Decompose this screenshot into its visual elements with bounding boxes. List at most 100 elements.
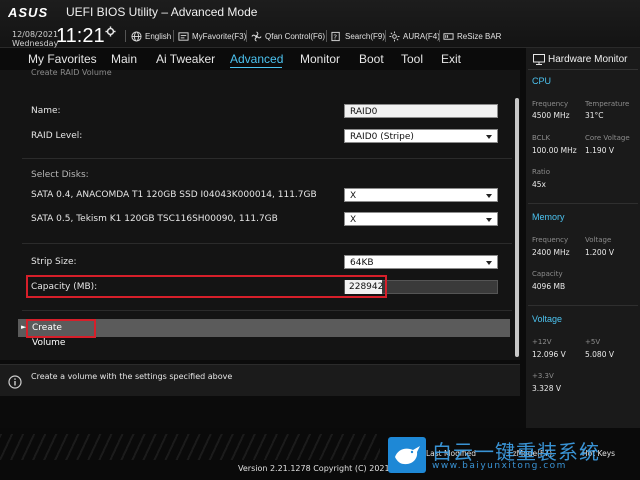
raid-level-select[interactable]: RAID0 (Stripe): [344, 129, 498, 143]
tab-tool[interactable]: Tool: [401, 52, 423, 66]
strip-size-select[interactable]: 64KB: [344, 255, 498, 269]
bird-icon: [395, 446, 420, 465]
search-icon: ?: [331, 31, 340, 41]
resize-bar-label: ReSize BAR: [457, 31, 502, 41]
disk-label: SATA 0.4, ANACOMDA T1 120GB SSD I04043K0…: [31, 190, 317, 200]
tab-my-favorites[interactable]: My Favorites: [28, 52, 97, 66]
cpu-frequency-label: Frequency: [532, 100, 569, 108]
v5-label: +5V: [585, 338, 601, 346]
capacity-highlight-box: [26, 275, 387, 298]
memory-section-title: Memory: [532, 212, 565, 222]
favorite-icon: [178, 31, 189, 41]
name-label: Name:: [31, 106, 61, 116]
language-button[interactable]: English: [131, 30, 171, 42]
chevron-down-icon: [486, 261, 492, 265]
asus-logo: ASUS: [8, 5, 48, 19]
bclk-value: 100.00 MHz: [532, 146, 577, 155]
chevron-down-icon: [486, 218, 492, 222]
v5-value: 5.080 V: [585, 350, 614, 359]
v12-value: 12.096 V: [532, 350, 566, 359]
tab-monitor[interactable]: Monitor: [300, 52, 340, 66]
v33-value: 3.328 V: [532, 384, 561, 393]
search-button[interactable]: ? Search(F9): [331, 30, 385, 42]
select-disks-label: Select Disks:: [31, 170, 89, 180]
disk-select[interactable]: X: [344, 188, 498, 202]
asus-logo-text: ASUS: [8, 5, 48, 19]
aura-button[interactable]: AURA(F4): [389, 30, 440, 42]
toolbar-divider: [246, 30, 247, 42]
cpu-section-title: CPU: [532, 76, 552, 86]
myfavorite-button[interactable]: MyFavorite(F3): [178, 30, 246, 42]
hardware-monitor-title: Hardware Monitor: [548, 54, 628, 65]
core-voltage-value: 1.190 V: [585, 146, 614, 155]
ratio-value: 45x: [532, 180, 546, 189]
search-label: Search(F9): [345, 31, 386, 41]
bclk-label: BCLK: [532, 134, 551, 142]
disk-label: SATA 0.5, Tekism K1 120GB TSC116SH00090,…: [31, 214, 278, 224]
resize-bar-button[interactable]: ReSize BAR: [443, 30, 501, 42]
raid-level-value: RAID0 (Stripe): [350, 132, 414, 142]
footer-decoration: [0, 434, 380, 460]
clock-display: 11:21: [56, 25, 105, 47]
toolbar-divider: [326, 30, 327, 42]
scrollbar[interactable]: [515, 98, 519, 357]
hardware-monitor-divider: [528, 69, 638, 70]
create-volume-button[interactable]: Create Volume: [26, 319, 96, 348]
cpu-temperature-label: Temperature: [585, 100, 630, 108]
memory-frequency-label: Frequency: [532, 236, 569, 244]
chevron-down-icon: [486, 135, 492, 139]
memory-frequency-value: 2400 MHz: [532, 248, 570, 257]
app-title: UEFI BIOS Utility – Advanced Mode: [66, 5, 258, 19]
disk-select-value: X: [350, 215, 357, 225]
section-divider: [22, 158, 512, 159]
ratio-label: Ratio: [532, 168, 550, 176]
resize-bar-icon: [443, 32, 454, 40]
language-label: English: [145, 31, 172, 41]
toolbar-divider: [173, 30, 174, 42]
tab-main[interactable]: Main: [111, 52, 137, 66]
monitor-icon: [533, 54, 545, 65]
hardware-monitor-divider: [528, 203, 638, 204]
watermark-logo: [388, 437, 426, 473]
watermark-url: www.baiyunxitong.com: [432, 461, 567, 471]
info-icon: [8, 375, 22, 389]
cpu-frequency-value: 4500 MHz: [532, 111, 570, 120]
disk-select[interactable]: X: [344, 212, 498, 226]
qfan-control-button[interactable]: Qfan Control(F6): [251, 30, 325, 42]
gear-icon[interactable]: [105, 26, 116, 37]
aura-label: AURA(F4): [403, 31, 440, 41]
tab-exit[interactable]: Exit: [441, 52, 461, 66]
memory-voltage-label: Voltage: [585, 236, 612, 244]
section-divider: [22, 310, 512, 311]
hardware-monitor-divider: [528, 305, 638, 306]
voltage-section-title: Voltage: [532, 314, 563, 324]
strip-size-label: Strip Size:: [31, 257, 77, 267]
weekday-display: Wednesday: [12, 39, 59, 48]
myfavorite-label: MyFavorite(F3): [192, 31, 247, 41]
v12-label: +12V: [532, 338, 552, 346]
cpu-temperature-value: 31°C: [585, 111, 604, 120]
core-voltage-label: Core Voltage: [585, 134, 630, 142]
globe-icon: [131, 30, 142, 42]
help-text: Create a volume with the settings specif…: [31, 372, 233, 381]
name-input[interactable]: RAID0: [344, 104, 498, 118]
fan-icon: [251, 31, 262, 41]
memory-capacity-label: Capacity: [532, 270, 563, 278]
date-display: 12/08/2021: [12, 30, 59, 39]
chevron-down-icon: [486, 194, 492, 198]
version-text: Version 2.21.1278 Copyright (C) 2021: [238, 464, 390, 473]
active-tab-indicator: [230, 67, 282, 68]
tab-advanced[interactable]: Advanced: [230, 52, 283, 66]
tab-ai-tweaker[interactable]: Ai Tweaker: [156, 52, 215, 66]
tab-boot[interactable]: Boot: [359, 52, 384, 66]
toolbar-divider: [385, 30, 386, 42]
section-title: Create RAID Volume: [31, 68, 112, 77]
qfan-control-label: Qfan Control(F6): [265, 31, 326, 41]
toolbar-divider: [125, 30, 126, 42]
disk-select-value: X: [350, 191, 357, 201]
strip-size-value: 64KB: [350, 258, 374, 268]
section-divider: [22, 243, 512, 244]
v33-label: +3.3V: [532, 372, 554, 380]
aura-icon: [389, 30, 400, 42]
toolbar-divider: [439, 30, 440, 42]
